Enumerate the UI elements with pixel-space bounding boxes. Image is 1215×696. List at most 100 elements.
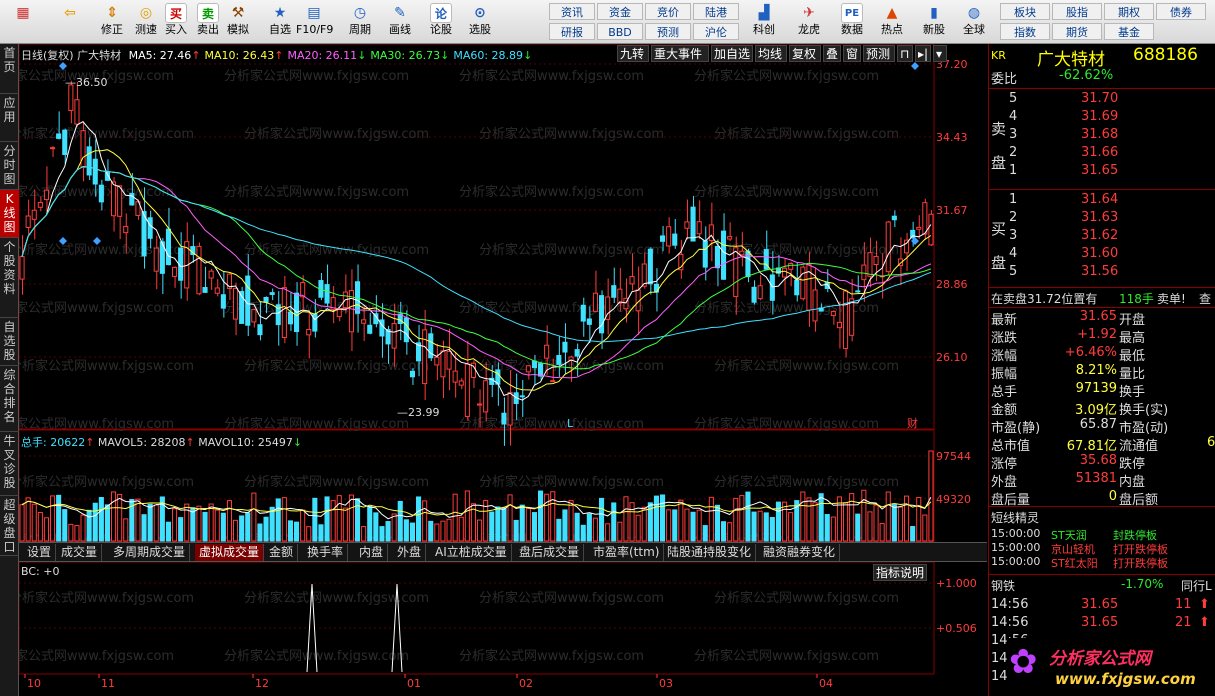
toolbar-label: 数据 (841, 23, 863, 36)
quick-link[interactable]: 资金 (597, 3, 643, 20)
sidebar-item-3[interactable]: K线图 (0, 190, 19, 238)
chart-tool-7[interactable]: 预测 (863, 45, 895, 62)
quote-row: 钢铁 -1.70% 同行L (989, 577, 1215, 595)
volume-bar (80, 514, 86, 542)
sidebar-item-1[interactable]: 应用 (0, 94, 19, 142)
stat-key: 总手 (991, 385, 1018, 400)
sidebar-item-7[interactable]: 牛叉诊股 (0, 432, 19, 496)
sidebar-item-2[interactable]: 分时图 (0, 142, 19, 190)
buy-price: 31.56 (1081, 264, 1119, 279)
check-link[interactable]: 查 (1199, 290, 1211, 307)
volume-bar (782, 501, 788, 542)
ma-arrow: ↓ (440, 49, 450, 62)
volume-bar (769, 516, 775, 542)
tab-9[interactable]: 盘后成交量 (515, 544, 585, 561)
chart-tool-1[interactable]: 重大事件 (651, 45, 709, 62)
tab-8[interactable]: AI立桩成交量 (431, 544, 512, 561)
quick-link2[interactable]: 板块 (1000, 3, 1050, 20)
sidebar-item-4[interactable]: 个股资料 (0, 238, 19, 318)
volume-bar (922, 514, 928, 542)
chart-tool-4[interactable]: 复权 (789, 45, 821, 62)
low-price-label: —23.99 (397, 406, 440, 419)
candle-body (233, 287, 239, 320)
toolbar-button2-4[interactable]: ▮ 新股 (915, 2, 953, 42)
quick-link[interactable]: 竞价 (645, 3, 691, 20)
indicator-help-button[interactable]: 指标说明 (873, 564, 928, 581)
quick-link2[interactable]: 期货 (1052, 23, 1102, 40)
tab-0[interactable]: 设置 (23, 544, 57, 561)
tab-7[interactable]: 外盘 (393, 544, 427, 561)
toolbar-label: 修正 (101, 23, 123, 36)
toolbar-button-4[interactable]: 买买入 (158, 2, 194, 42)
tab-11[interactable]: 陆股通持股变化 (663, 544, 757, 561)
toolbar-label: 模拟 (227, 23, 249, 36)
kline-chart-area[interactable]: 37.2034.4331.6728.8626.10分析家公式网www.fxjgs… (19, 44, 987, 696)
candle-body (281, 287, 287, 339)
chart-tool-6[interactable]: 窗 (843, 45, 861, 62)
tab-6[interactable]: 内盘 (355, 544, 389, 561)
volume-bar (92, 502, 98, 542)
tab-5[interactable]: 换手率 (303, 544, 349, 561)
toolbar-button-9[interactable]: ◷ 周期 (342, 2, 378, 42)
chart-tool-0[interactable]: 九转 (617, 45, 649, 62)
quick-link[interactable]: 预测 (645, 23, 691, 40)
quick-link2[interactable]: 期权 (1104, 3, 1154, 20)
volume-bar (385, 521, 391, 542)
volume-bar (897, 506, 904, 542)
quick-link[interactable]: BBD (597, 23, 643, 40)
dropdown-icon[interactable]: ▾ (933, 45, 947, 62)
candle-body (586, 318, 592, 325)
mavol5: MAVOL5: 28208 (97, 436, 186, 449)
quick-link[interactable]: 沪伦 (693, 23, 739, 40)
tick-time: 14:56 (991, 597, 1029, 612)
quick-link[interactable]: 研报 (549, 23, 595, 40)
quick-link2[interactable]: 债券 (1156, 3, 1206, 20)
toolbar-button-0[interactable]: ▦ (2, 2, 44, 42)
sprite-name[interactable]: ST红太阳 (1051, 555, 1098, 571)
lock-icon[interactable]: ⊓ (897, 45, 913, 62)
candle-body (580, 304, 586, 322)
toolbar-button-11[interactable]: 论论股 (423, 2, 459, 42)
toolbar-button2-1[interactable]: ✈ 龙虎 (790, 2, 828, 42)
chart-tool-2[interactable]: 加自选 (711, 45, 753, 62)
volume-bar (592, 517, 599, 542)
tab-1[interactable]: 成交量 (57, 544, 103, 561)
quick-link[interactable]: 陆港 (693, 3, 739, 20)
sidebar-item-6[interactable]: 综合排名 (0, 366, 19, 432)
tab-12[interactable]: 融资融券变化 (759, 544, 841, 561)
finance-marker: 财 (907, 416, 918, 430)
indicator-tabs: 设置 成交量 多周期成交量 虚拟成交量 金额 换手率 内盘 外盘 AI立桩成交量 盘后成交量 市盈率… (19, 542, 987, 562)
toolbar-button-6[interactable]: ⚒ 模拟 (220, 2, 256, 42)
toolbar-button-12[interactable]: ⊙ 选股 (462, 2, 498, 42)
sidebar-item-0[interactable]: 首页 (0, 44, 19, 94)
quick-link2[interactable]: 股指 (1052, 3, 1102, 20)
toolbar-button-7[interactable]: ★ 自选 (262, 2, 298, 42)
chart-tool-3[interactable]: 均线 (755, 45, 787, 62)
toolbar-button-8[interactable]: ▤ F10/F9 (296, 2, 333, 42)
volume-bar (507, 494, 513, 542)
toolbar-button2-0[interactable]: ▟ 科创 (745, 2, 783, 42)
quick-link[interactable]: 资讯 (549, 3, 595, 20)
candle-body (80, 130, 86, 168)
toolbar-button-2[interactable]: ⇕ 修正 (94, 2, 130, 42)
sidebar-item-8[interactable]: 超级盘口 (0, 496, 19, 556)
indicator-axis-label: +1.000 (936, 577, 977, 590)
tab-2[interactable]: 多周期成交量 (109, 544, 191, 561)
tab-3[interactable]: 虚拟成交量 (195, 544, 265, 561)
sidebar-toggle-icon[interactable]: ▸| (915, 45, 931, 62)
volume-bar (141, 514, 147, 542)
volume-bar (342, 507, 348, 542)
toolbar-button2-5[interactable]: ◍ 全球 (955, 2, 993, 42)
tab-4[interactable]: 金额 (265, 544, 299, 561)
quick-link2[interactable]: 基金 (1104, 23, 1154, 40)
toolbar-button-10[interactable]: ✎ 画线 (382, 2, 418, 42)
toolbar-button2-2[interactable]: PE 数据 (833, 2, 871, 42)
toolbar-button-1[interactable]: ⇦ (52, 2, 88, 42)
toolbar-button2-3[interactable]: ▲ 热点 (873, 2, 911, 42)
quick-link2[interactable]: 指数 (1000, 23, 1050, 40)
quote-row: 2 31.66 (989, 145, 1215, 163)
sidebar-item-5[interactable]: 自选股 (0, 318, 19, 366)
tab-10[interactable]: 市盈率(ttm) (589, 544, 665, 561)
buy-price: 31.62 (1081, 228, 1119, 243)
chart-tool-5[interactable]: 叠 (823, 45, 841, 62)
